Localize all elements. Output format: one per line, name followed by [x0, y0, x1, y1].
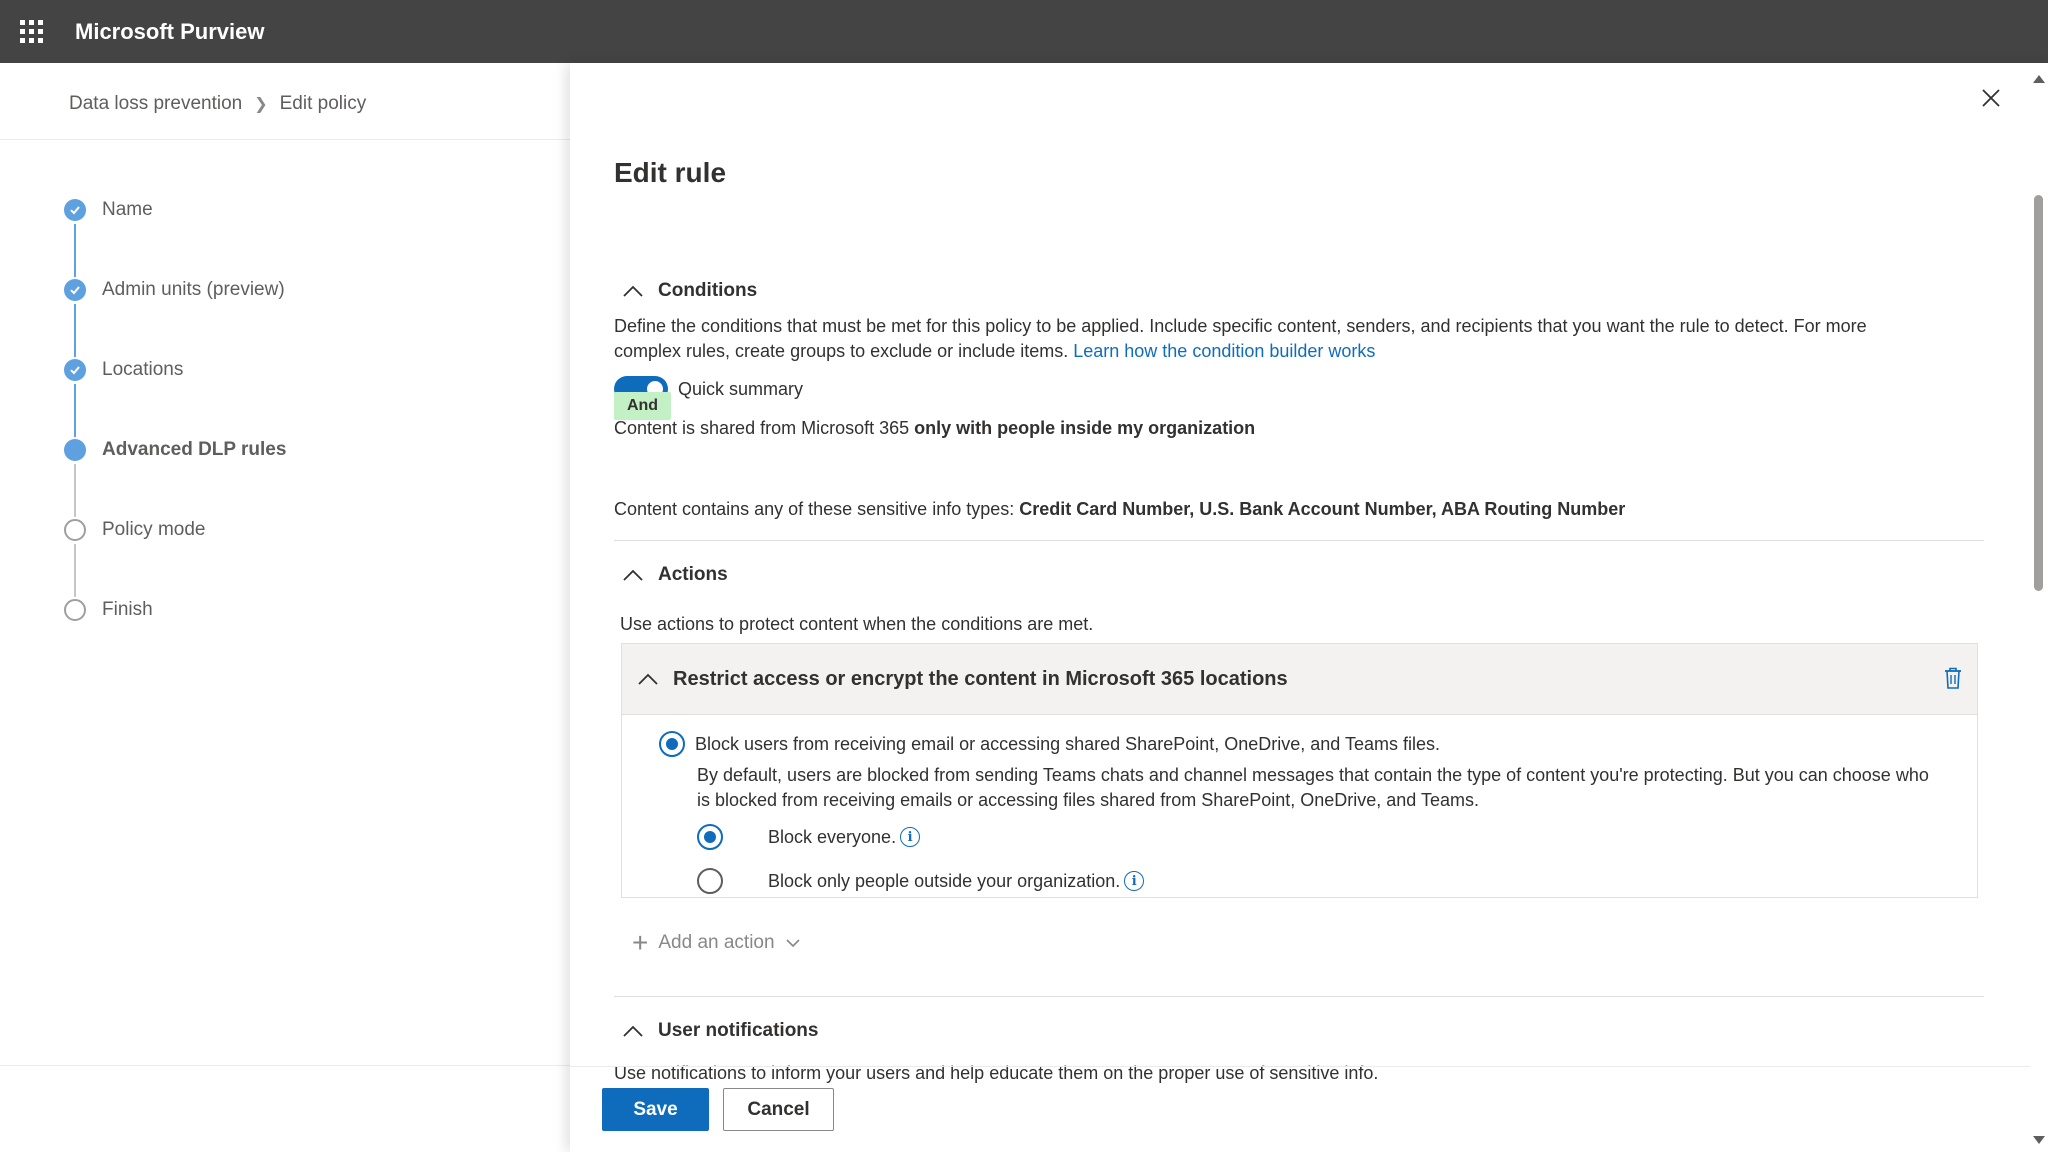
- edit-rule-panel: Edit rule Conditions Define the conditio…: [570, 63, 2048, 1152]
- condition-builder-link[interactable]: Learn how the condition builder works: [1073, 341, 1375, 361]
- app-launcher-button[interactable]: [0, 0, 63, 63]
- breadcrumb-item-edit-policy: Edit policy: [279, 93, 367, 114]
- action-title: Restrict access or encrypt the content i…: [673, 667, 1288, 690]
- close-button[interactable]: [1978, 85, 2004, 111]
- footer-divider: [570, 1066, 2030, 1067]
- check-icon: [64, 279, 86, 301]
- block-users-description: By default, users are blocked from sendi…: [697, 763, 1967, 813]
- step-locations[interactable]: Locations: [64, 357, 286, 437]
- step-label: Locations: [102, 359, 184, 380]
- plus-icon: +: [632, 927, 649, 958]
- add-action-button[interactable]: + Add an action: [632, 929, 801, 957]
- step-label: Advanced DLP rules: [102, 439, 287, 460]
- chevron-up-icon: [623, 1025, 643, 1037]
- breadcrumb-item-dlp[interactable]: Data loss prevention: [69, 93, 242, 115]
- desc-text: By default, users are blocked from sendi…: [697, 765, 1929, 785]
- policy-wizard-page: Data loss prevention ❯ Edit policy Name …: [0, 63, 570, 1152]
- check-icon: [64, 199, 86, 221]
- chevron-right-icon: ❯: [254, 96, 268, 113]
- summary-bold: only with people inside my organization: [914, 418, 1256, 438]
- actions-section-toggle[interactable]: Actions: [622, 564, 728, 586]
- section-title: Conditions: [658, 280, 758, 301]
- desc-text: is blocked from receiving emails or acce…: [697, 790, 1480, 810]
- block-everyone-option[interactable]: Block everyone. i: [697, 824, 921, 850]
- restrict-access-action: Restrict access or encrypt the content i…: [621, 643, 1978, 898]
- summary-bold: Credit Card Number, U.S. Bank Account Nu…: [1019, 499, 1626, 519]
- step-policy-mode[interactable]: Policy mode: [64, 517, 286, 597]
- summary-text: Content is shared from Microsoft 365: [614, 418, 915, 438]
- summary-text: Content contains any of these sensitive …: [614, 499, 1020, 519]
- step-label: Admin units (preview): [102, 279, 285, 300]
- actions-description: Use actions to protect content when the …: [620, 612, 2020, 637]
- pending-step-icon: [64, 519, 86, 541]
- info-icon[interactable]: i: [1124, 871, 1145, 891]
- panel-title: Edit rule: [614, 157, 727, 188]
- step-label: Name: [102, 199, 153, 220]
- step-finish[interactable]: Finish: [64, 597, 286, 677]
- step-label: Policy mode: [102, 519, 206, 540]
- pending-step-icon: [64, 599, 86, 621]
- chevron-up-icon: [623, 285, 643, 297]
- current-step-icon: [64, 439, 86, 461]
- condition-summary-2: Content contains any of these sensitive …: [614, 497, 2014, 522]
- step-admin-units[interactable]: Admin units (preview): [64, 277, 286, 357]
- wizard-steps: Name Admin units (preview) Locations Adv…: [64, 197, 286, 677]
- block-users-option[interactable]: Block users from receiving email or acce…: [659, 731, 1440, 757]
- notifications-section-toggle[interactable]: User notifications: [622, 1020, 818, 1042]
- toggle-label: Quick summary: [678, 378, 804, 399]
- conditions-section-toggle[interactable]: Conditions: [622, 280, 757, 302]
- desc-text: complex rules, create groups to exclude …: [614, 341, 1069, 361]
- option-label: Block only people outside your organizat…: [768, 870, 1121, 891]
- block-outside-org-option[interactable]: Block only people outside your organizat…: [697, 868, 1145, 894]
- conditions-description: Define the conditions that must be met f…: [614, 314, 2014, 364]
- breadcrumb: Data loss prevention ❯ Edit policy: [69, 93, 366, 115]
- option-label: Block users from receiving email or acce…: [695, 733, 1440, 754]
- app-title[interactable]: Microsoft Purview: [75, 19, 264, 45]
- divider: [0, 1065, 570, 1066]
- desc-text: Define the conditions that must be met f…: [614, 316, 1867, 336]
- top-bar: Microsoft Purview: [0, 0, 2048, 63]
- scroll-up-icon[interactable]: [2033, 75, 2045, 83]
- add-action-label: Add an action: [658, 932, 775, 953]
- scroll-down-icon[interactable]: [2033, 1136, 2045, 1144]
- cancel-button[interactable]: Cancel: [723, 1088, 834, 1131]
- chevron-up-icon: [638, 673, 658, 685]
- waffle-icon: [20, 20, 43, 43]
- divider: [0, 139, 570, 140]
- divider: [614, 540, 1984, 541]
- save-button[interactable]: Save: [602, 1088, 709, 1131]
- chevron-down-icon: [785, 939, 800, 948]
- step-advanced-dlp-rules[interactable]: Advanced DLP rules: [64, 437, 286, 517]
- radio-button[interactable]: [697, 824, 723, 850]
- step-label: Finish: [102, 599, 153, 620]
- close-icon: [1982, 89, 2000, 107]
- scrollbar-thumb[interactable]: [2034, 195, 2043, 591]
- trash-icon[interactable]: [1942, 666, 1964, 690]
- chevron-up-icon: [623, 569, 643, 581]
- and-operator-badge: And: [614, 392, 671, 420]
- scrollbar[interactable]: [2030, 63, 2048, 1152]
- option-label: Block everyone.: [768, 826, 897, 847]
- check-icon: [64, 359, 86, 381]
- step-name[interactable]: Name: [64, 197, 286, 277]
- desc-text: Use actions to protect content when the …: [620, 614, 1094, 634]
- radio-button[interactable]: [659, 731, 685, 757]
- divider: [614, 996, 1984, 997]
- radio-button[interactable]: [697, 868, 723, 894]
- condition-summary-1: Content is shared from Microsoft 365 onl…: [614, 416, 2014, 441]
- section-title: Actions: [658, 564, 728, 585]
- info-icon[interactable]: i: [900, 827, 921, 847]
- section-title: User notifications: [658, 1020, 819, 1041]
- action-header[interactable]: Restrict access or encrypt the content i…: [622, 644, 1977, 715]
- notifications-description: Use notifications to inform your users a…: [614, 1061, 2014, 1086]
